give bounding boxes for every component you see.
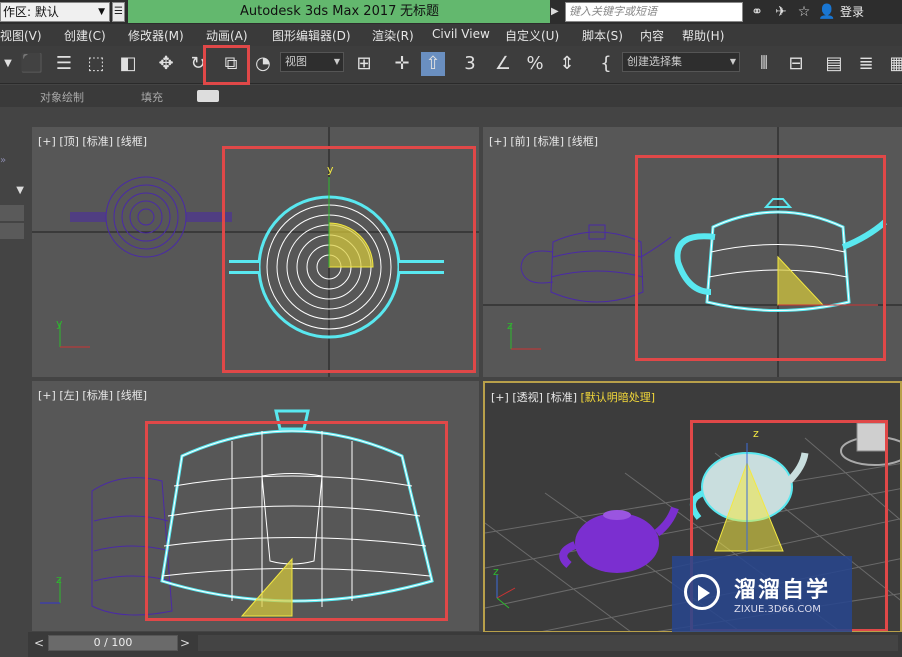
play-icon [684,574,720,610]
menu-view[interactable]: 视图(V) [0,27,42,44]
reference-coordinate-dropdown[interactable]: 视图 ▼ [280,52,344,72]
edit-named-selection-icon[interactable]: { [594,52,618,76]
axis-z-label: z [507,319,513,332]
teapot-unselected-top [70,176,232,258]
watermark-text-cn: 溜溜自学 [734,578,831,603]
time-next-button[interactable]: > [178,635,192,651]
menu-bar: 视图(V) 创建(C) 修改器(M) 动画(A) 图形编辑器(D) 渲染(R) … [0,24,902,46]
manipulate-icon[interactable]: ✛ [390,52,414,76]
curve-editor-icon[interactable]: ▦ [886,52,902,76]
snaps-toggle-icon[interactable]: 3 [458,52,482,76]
watermark-text-en: ZIXUE.3D66.COM [734,604,821,615]
select-place-icon[interactable]: ◔ [251,52,275,76]
document-title: 无标题 [400,4,440,19]
title-expand-icon[interactable]: ▶ [551,2,561,22]
select-by-name-icon[interactable]: ☰ [52,52,76,76]
main-toolbar: ▼ ⬛ ☰ ⬚ ◧ ✥ ↻ ⧉ ◔ 视图 ▼ ⊞ ✛ ⇧ 3 ∠ % ⇕ { 创… [0,45,902,85]
mirror-icon[interactable]: ⫴ [752,52,776,76]
axis-tripod [510,325,541,350]
time-track[interactable] [198,635,898,651]
watermark-logo: 溜溜自学 ZIXUE.3D66.COM [672,556,852,639]
window-title-area: Autodesk 3ds Max 2017 无标题 [128,0,550,23]
window-crossing-icon[interactable]: ◧ [116,52,140,76]
communication-center-icon[interactable]: ✈ [772,3,790,21]
move-icon[interactable]: ✥ [154,52,178,76]
viewport-top[interactable]: [+] [顶] [标准] [线框] y y [32,127,479,377]
menu-content[interactable]: 内容 [640,27,664,44]
menu-rendering[interactable]: 渲染(R) [372,27,414,44]
selection-highlight-frame [222,146,476,373]
login-link[interactable]: 登录 [840,3,864,21]
ribbon-bar: 对象绘制 填充 [0,85,902,107]
panel-expand-icon[interactable]: » [0,155,24,171]
workspace-dropdown[interactable]: 作区: 默认 ▼ [0,2,110,22]
menu-modifiers[interactable]: 修改器(M) [128,27,184,44]
ribbon-options-dropdown[interactable] [197,90,219,102]
chevron-down-icon: ▼ [98,7,105,17]
menu-help[interactable]: 帮助(H) [682,27,724,44]
workspace-label: 作区: 默认 [3,5,59,19]
selection-highlight-frame [635,155,886,361]
time-slider-bar: < 0 / 100 > [28,632,902,657]
panel-item[interactable] [0,223,24,239]
time-prev-button[interactable]: < [32,635,46,651]
chevron-down-icon: ▼ [729,57,736,66]
quick-access-menu-button[interactable]: ☰ [112,2,125,22]
spinner-snap-icon[interactable]: ⇕ [555,52,579,76]
binoculars-icon[interactable]: ⚭ [748,3,766,21]
select-object-icon[interactable]: ⬛ [20,52,44,76]
named-selection-set-value: 创建选择集 [627,55,682,68]
axis-tripod [59,323,90,348]
reference-coordinate-value: 视图 [285,55,307,68]
scale-tool-highlight [203,45,250,85]
align-icon[interactable]: ⊟ [784,52,808,76]
rectangular-selection-icon[interactable]: ⬚ [84,52,108,76]
axis-z-label: z [493,565,499,578]
app-title: Autodesk 3ds Max 2017 [240,4,397,19]
menu-animation[interactable]: 动画(A) [206,27,248,44]
viewport-front[interactable]: [+] [前] [标准] [线框] z [483,127,902,377]
axis-y-label: y [56,317,63,330]
percent-snap-icon[interactable]: % [523,52,547,76]
ribbon-fill[interactable]: 填充 [141,89,163,105]
favorites-star-icon[interactable]: ☆ [795,3,813,21]
left-side-panel: » ▼ [0,125,28,657]
chevron-down-icon[interactable]: ▼ [0,185,24,201]
menu-create[interactable]: 创建(C) [64,27,106,44]
chevron-down-icon: ▼ [333,57,340,66]
menu-civil-view[interactable]: Civil View [432,27,490,41]
ribbon-toggle-icon[interactable]: ≣ [854,52,878,76]
selection-highlight-frame [145,421,448,621]
angle-snap-icon[interactable]: ∠ [491,52,515,76]
axis-z-label: z [56,573,62,586]
menu-graph-editors[interactable]: 图形编辑器(D) [272,27,351,44]
layer-explorer-icon[interactable]: ▤ [822,52,846,76]
ribbon-object-paint[interactable]: 对象绘制 [40,89,84,105]
viewport-left[interactable]: [+] [左] [标准] [线框] z [32,381,479,631]
keyboard-shortcut-toggle-icon[interactable]: ⇧ [421,52,445,76]
ribbon-separator [0,107,902,125]
dropdown-arrow-icon[interactable]: ▼ [0,52,20,76]
named-selection-set-dropdown[interactable]: 创建选择集 ▼ [622,52,740,72]
menu-customize[interactable]: 自定义(U) [505,27,559,44]
title-bar: 作区: 默认 ▼ ☰ Autodesk 3ds Max 2017 无标题 ▶ 键… [0,0,902,24]
pivot-center-icon[interactable]: ⊞ [352,52,376,76]
menu-scripting[interactable]: 脚本(S) [582,27,623,44]
panel-item[interactable] [0,205,24,221]
user-icon[interactable]: 👤 [818,3,836,21]
time-slider[interactable]: 0 / 100 [48,635,178,651]
search-input[interactable]: 键入关键字或短语 [565,2,743,22]
